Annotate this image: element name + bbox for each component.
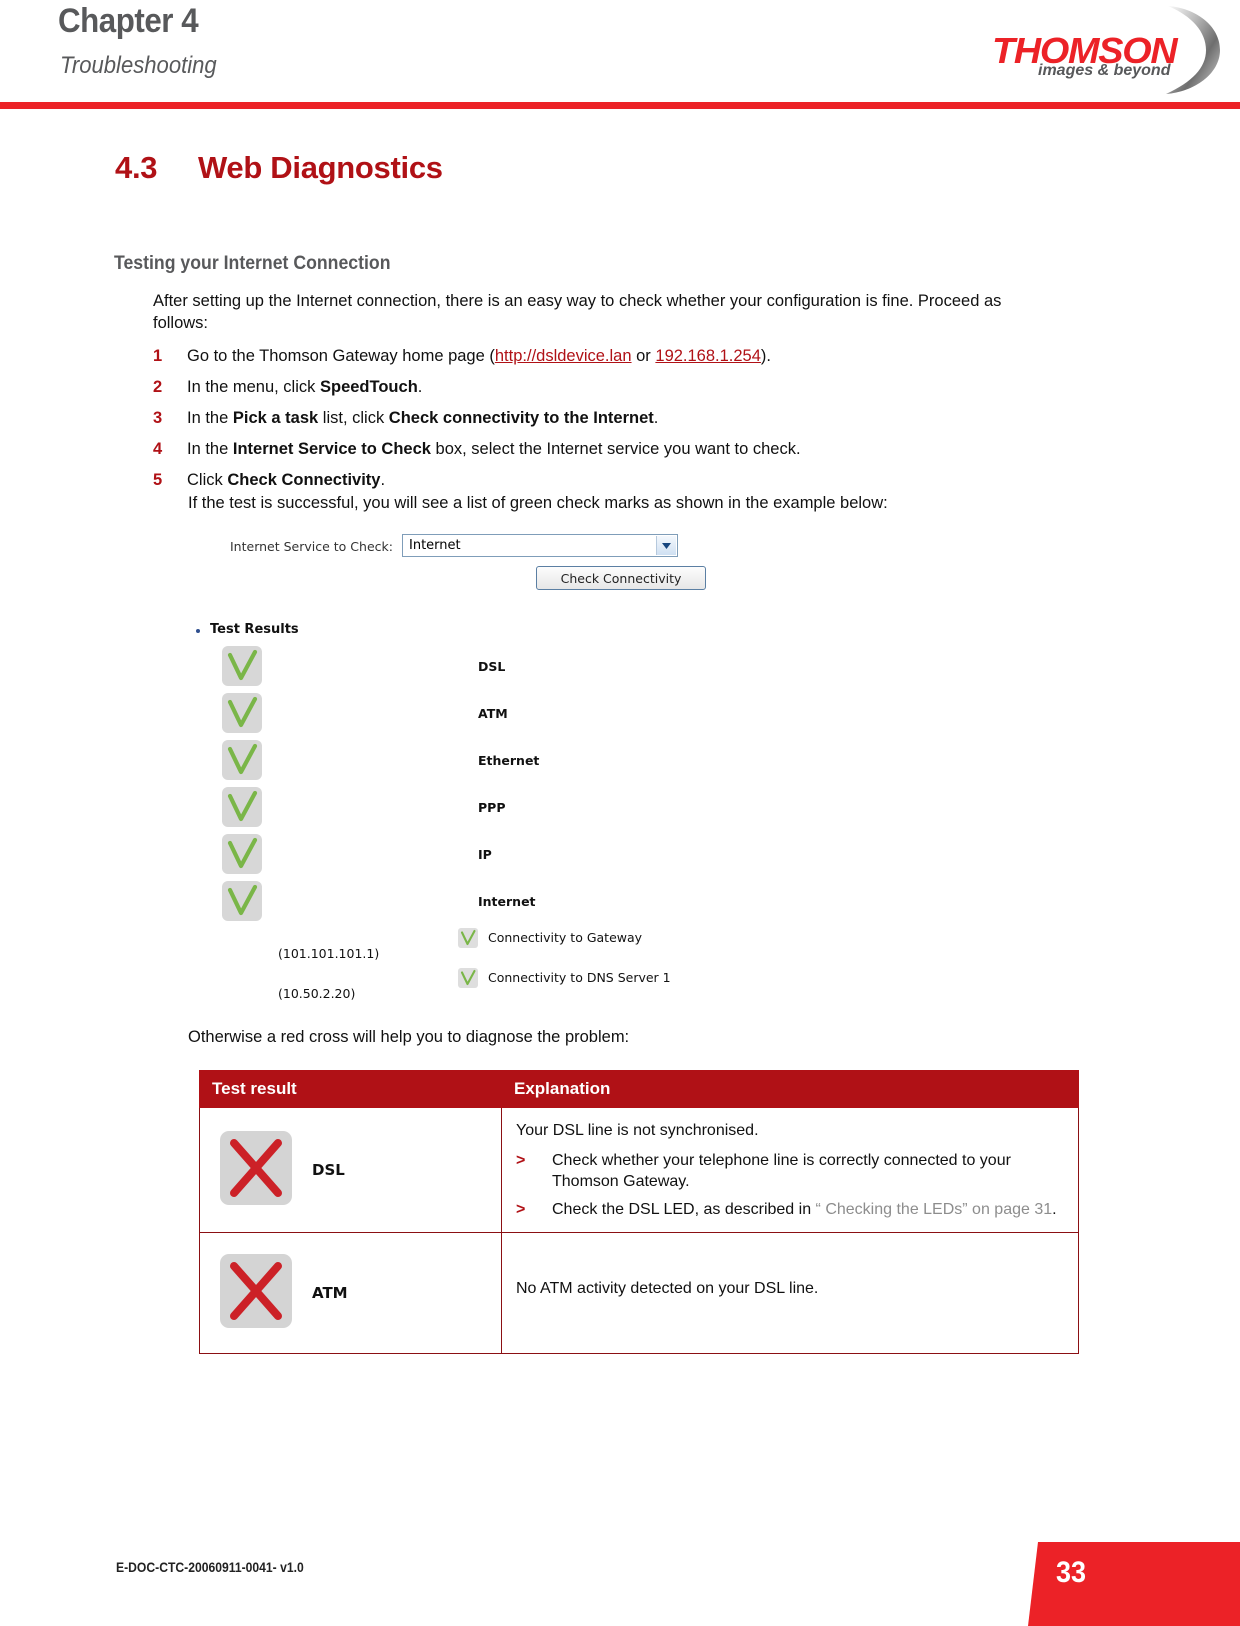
test-result-label: PPP <box>478 800 506 815</box>
procedure-step: 4 In the Internet Service to Check box, s… <box>153 438 1053 460</box>
section-title: Web Diagnostics <box>198 150 443 185</box>
check-pass-icon <box>222 740 262 780</box>
service-select-label: Internet Service to Check: <box>230 539 393 554</box>
footer-page-marker: 33 <box>1028 1542 1240 1626</box>
test-result-label: DSL <box>478 659 506 674</box>
check-fail-icon <box>220 1253 292 1328</box>
explanation-text: Check the DSL LED, as described in “ Che… <box>552 1201 1057 1218</box>
test-result-row: IP <box>222 834 782 874</box>
otherwise-note: Otherwise a red cross will help you to d… <box>188 1028 630 1046</box>
chevron-down-icon[interactable] <box>656 536 676 555</box>
page-header: Chapter 4 Troubleshooting THOMSON images… <box>0 0 1240 110</box>
cell-test-result: ATM <box>199 1232 502 1354</box>
step-number: 1 <box>153 347 163 365</box>
step-text: In the Internet Service to Check box, se… <box>187 440 801 458</box>
table-header-row: Test result Explanation <box>199 1070 1079 1108</box>
check-fail-icon <box>220 1130 292 1205</box>
intro-paragraph: After setting up the Internet connection… <box>153 292 1002 332</box>
thomson-logo: THOMSON images & beyond <box>992 4 1222 96</box>
cell-explanation: No ATM activity detected on your DSL lin… <box>501 1232 1079 1354</box>
diagnostics-screenshot: Internet Service to Check: Internet Chec… <box>188 528 1068 1018</box>
column-header-test-result: Test result <box>199 1070 502 1108</box>
check-pass-icon <box>222 834 262 874</box>
test-result-row: DSL <box>222 646 782 686</box>
chapter-title: Chapter 4 <box>58 2 199 40</box>
test-result-label: Internet <box>478 894 536 909</box>
step-text: In the menu, click SpeedTouch. <box>187 378 423 396</box>
step-number: 5 <box>153 471 163 489</box>
service-select-value: Internet <box>409 538 461 553</box>
test-result-row: Internet <box>222 881 782 921</box>
chapter-subtitle: Troubleshooting <box>60 52 217 79</box>
check-pass-icon <box>458 968 478 988</box>
internet-service-select[interactable]: Internet <box>402 534 678 557</box>
procedure-step: 1 Go to the Thomson Gateway home page (ht… <box>153 345 1053 367</box>
test-result-row: ATM <box>222 693 782 733</box>
step-number: 4 <box>153 440 163 458</box>
explanation-item: > Check the DSL LED, as described in “ Ch… <box>516 1199 1064 1220</box>
section-heading: 4.3 Web Diagnostics <box>115 150 443 186</box>
procedure-step: 2 In the menu, click SpeedTouch. <box>153 376 1053 398</box>
procedure-step: 3 In the Pick a task list, click Check co… <box>153 407 1053 429</box>
check-connectivity-button[interactable]: Check Connectivity <box>536 566 706 590</box>
troubleshooting-table: Test result Explanation DSL Your DSL line… <box>199 1070 1079 1354</box>
test-result-label: Ethernet <box>478 753 540 768</box>
table-row: DSL Your DSL line is not synchronised. > Ch… <box>199 1107 1079 1233</box>
check-pass-icon <box>222 646 262 686</box>
explanation-lead: No ATM activity detected on your DSL lin… <box>516 1280 819 1297</box>
test-result-row: PPP <box>222 787 782 827</box>
step-text: Click Check Connectivity. <box>187 471 386 489</box>
results-bullet-icon <box>196 629 200 633</box>
test-result-label: ATM <box>312 1283 348 1302</box>
test-result-label: ATM <box>478 706 508 721</box>
logo-tagline: images & beyond <box>1038 62 1171 79</box>
procedure-steps: 1 Go to the Thomson Gateway home page (ht… <box>153 345 1053 500</box>
check-pass-icon <box>222 881 262 921</box>
test-result-row: Ethernet <box>222 740 782 780</box>
explanation-lead: Your DSL line is not synchronised. <box>516 1122 759 1139</box>
cell-test-result: DSL <box>199 1107 502 1233</box>
test-result-label: IP <box>478 847 492 862</box>
check-pass-icon <box>222 693 262 733</box>
section-number: 4.3 <box>115 150 158 185</box>
cell-explanation: Your DSL line is not synchronised. > Check… <box>501 1107 1079 1233</box>
step-text: In the Pick a task list, click Check con… <box>187 409 659 427</box>
bullet-arrow-icon: > <box>516 1152 526 1169</box>
procedure-step: 5 Click Check Connectivity. <box>153 469 1053 491</box>
check-pass-icon <box>222 787 262 827</box>
test-result-label: DSL <box>312 1160 345 1179</box>
test-results-heading: Test Results <box>210 622 299 637</box>
link-ip-address[interactable]: 192.168.1.254 <box>655 347 761 365</box>
subsection-heading: Testing your Internet Connection <box>114 253 391 274</box>
sub-result-address: (101.101.101.1) <box>278 946 380 961</box>
header-divider <box>0 102 1240 109</box>
explanation-item: > Check whether your telephone line is co… <box>516 1150 1064 1192</box>
link-dsldevice-lan[interactable]: http://dsldevice.lan <box>495 347 632 365</box>
sub-result-address: (10.50.2.20) <box>278 986 356 1001</box>
sub-result-label: Connectivity to DNS Server 1 <box>488 970 671 985</box>
explanation-text: Check whether your telephone line is cor… <box>552 1152 1011 1190</box>
table-row: ATM No ATM activity detected on your DSL … <box>199 1232 1079 1354</box>
column-header-explanation: Explanation <box>501 1070 1079 1108</box>
page-number: 33 <box>1056 1556 1087 1589</box>
step-number: 2 <box>153 378 163 396</box>
step-text: Go to the Thomson Gateway home page (htt… <box>187 347 772 365</box>
success-note: If the test is successful, you will see … <box>188 494 888 512</box>
check-pass-icon <box>458 928 478 948</box>
bullet-arrow-icon: > <box>516 1201 526 1218</box>
step-number: 3 <box>153 409 163 427</box>
sub-result-label: Connectivity to Gateway <box>488 930 643 945</box>
footer-document-id: E-DOC-CTC-20060911-0041- v1.0 <box>116 1560 304 1575</box>
